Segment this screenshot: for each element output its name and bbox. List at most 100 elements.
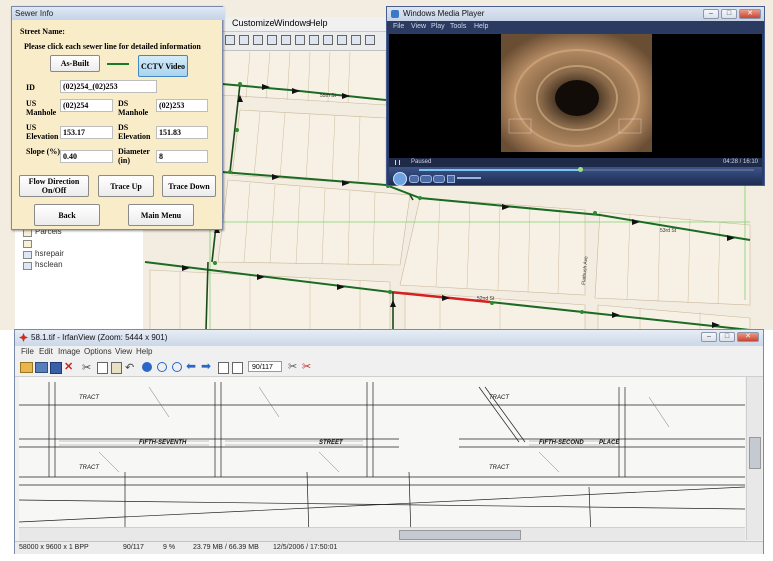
- tool-icon[interactable]: [365, 35, 375, 45]
- maximize-button[interactable]: □: [721, 9, 737, 19]
- close-button[interactable]: ✕: [739, 9, 761, 19]
- slideshow-icon[interactable]: [35, 362, 48, 373]
- horizontal-scrollbar[interactable]: [19, 527, 745, 541]
- paste-icon[interactable]: [111, 362, 122, 374]
- main-menu-button[interactable]: Main Menu: [128, 204, 194, 226]
- trace-down-button[interactable]: Trace Down: [162, 175, 216, 197]
- as-built-button[interactable]: As-Built: [50, 55, 100, 72]
- menu-file[interactable]: File: [393, 21, 404, 33]
- video-display[interactable]: [389, 34, 762, 158]
- seek-thumb[interactable]: [577, 167, 583, 172]
- media-player-icon: [391, 10, 399, 18]
- id-field[interactable]: (02)254_(02)253: [60, 80, 157, 93]
- menu-tools[interactable]: Tools: [450, 21, 466, 33]
- maximize-button[interactable]: □: [719, 332, 735, 342]
- tool-icon[interactable]: [295, 35, 305, 45]
- menu-help[interactable]: Help: [309, 18, 328, 28]
- volume-icon[interactable]: [447, 175, 455, 183]
- pause-indicator-icon: [395, 160, 400, 165]
- scrollbar-thumb[interactable]: [399, 530, 521, 540]
- menu-options[interactable]: Options: [84, 346, 112, 358]
- menu-file[interactable]: File: [21, 346, 34, 358]
- sewer-info-dialog: Sewer Info Street Name: Please click eac…: [11, 6, 225, 230]
- tool-icon[interactable]: [239, 35, 249, 45]
- save-icon[interactable]: [50, 362, 62, 374]
- tool-icon[interactable]: [323, 35, 333, 45]
- tool-icon[interactable]: [267, 35, 277, 45]
- minimize-button[interactable]: –: [703, 9, 719, 19]
- menu-windows[interactable]: Windows: [274, 18, 311, 28]
- layer-item[interactable]: hsclean: [35, 260, 63, 269]
- flow-direction-button[interactable]: Flow Direction On/Off: [19, 175, 89, 197]
- previous-button-icon[interactable]: [420, 175, 432, 183]
- ds-manhole-field[interactable]: (02)253: [156, 99, 208, 112]
- cctv-video-button[interactable]: CCTV Video: [138, 55, 188, 77]
- menu-image[interactable]: Image: [58, 346, 80, 358]
- street-label-1: 55th St: [320, 93, 336, 99]
- parcel-block: [597, 304, 751, 330]
- media-player-menubar: File View Play Tools Help: [387, 21, 764, 33]
- close-button[interactable]: ✕: [737, 332, 759, 342]
- street-name-label: Street Name:: [20, 27, 65, 36]
- zoom-in-icon[interactable]: [157, 362, 167, 372]
- next-arrow-icon[interactable]: ➡: [201, 359, 211, 373]
- slope-field[interactable]: 0.40: [60, 150, 113, 163]
- trace-up-button[interactable]: Trace Up: [98, 175, 154, 197]
- diameter-field[interactable]: 8: [156, 150, 208, 163]
- irfanview-title: 58.1.tif - IrfanView (Zoom: 5444 x 901): [31, 333, 168, 342]
- copy-icon[interactable]: [97, 362, 108, 374]
- seek-bar[interactable]: [419, 167, 754, 172]
- flow-arrow: [390, 300, 396, 307]
- tool-icon[interactable]: [309, 35, 319, 45]
- parcel-block: [594, 211, 751, 306]
- layer-swatch: [23, 251, 32, 259]
- open-folder-icon[interactable]: [20, 362, 33, 373]
- zoom-out-icon[interactable]: [172, 362, 182, 372]
- irfanview-titlebar: 58.1.tif - IrfanView (Zoom: 5444 x 901) …: [15, 330, 763, 346]
- cut-icon[interactable]: ✂: [82, 361, 91, 374]
- menu-play[interactable]: Play: [431, 21, 445, 33]
- tool-icon[interactable]: [337, 35, 347, 45]
- info-icon[interactable]: [142, 362, 152, 372]
- previous-arrow-icon[interactable]: ⬅: [186, 359, 196, 373]
- menu-help[interactable]: Help: [474, 21, 488, 33]
- line-legend: [107, 63, 129, 65]
- slope-label: Slope (%): [26, 147, 60, 156]
- sewer-info-titlebar: Sewer Info: [12, 7, 225, 20]
- tool-icon[interactable]: [281, 35, 291, 45]
- us-manhole-field[interactable]: (02)254: [60, 99, 113, 112]
- stop-button-icon[interactable]: [409, 175, 419, 183]
- play-button-icon[interactable]: [393, 172, 407, 186]
- minimize-button[interactable]: –: [701, 332, 717, 342]
- menu-edit[interactable]: Edit: [39, 346, 53, 358]
- vertical-scrollbar[interactable]: [746, 377, 762, 540]
- dropdown-icon[interactable]: [225, 35, 235, 45]
- playback-status-bar: Paused 04:28 / 16:10: [389, 158, 762, 167]
- gis-menubar: Customize Windows Help: [222, 17, 387, 32]
- tract-label-2: TRACT: [79, 465, 100, 471]
- tool-icon[interactable]: [253, 35, 263, 45]
- scanned-drawing[interactable]: FIFTH-SEVENTH STREET FIFTH-SECOND PLACE …: [19, 377, 745, 540]
- page-icon[interactable]: [232, 362, 243, 374]
- volume-slider[interactable]: [457, 177, 481, 179]
- delete-icon[interactable]: ✕: [64, 360, 73, 373]
- tract-label-4: TRACT: [489, 465, 510, 471]
- ds-elevation-field[interactable]: 151.83: [156, 126, 208, 139]
- page-number-field[interactable]: 90/117: [248, 361, 282, 372]
- undo-icon[interactable]: ↶: [125, 361, 134, 374]
- back-button[interactable]: Back: [34, 204, 100, 226]
- us-elevation-field[interactable]: 153.17: [60, 126, 113, 139]
- tool-icon[interactable]: [351, 35, 361, 45]
- page-icon[interactable]: [218, 362, 229, 374]
- flow-arrow: [182, 265, 190, 271]
- tools-icon[interactable]: ✂: [288, 360, 297, 373]
- menu-customize[interactable]: Customize: [232, 18, 275, 28]
- menu-help[interactable]: Help: [136, 346, 152, 358]
- layer-item[interactable]: hsrepair: [35, 249, 64, 258]
- pipe-video-frame: [501, 34, 652, 152]
- menu-view[interactable]: View: [411, 21, 426, 33]
- next-button-icon[interactable]: [433, 175, 445, 183]
- scrollbar-thumb[interactable]: [749, 437, 761, 469]
- menu-view[interactable]: View: [115, 346, 132, 358]
- exit-icon[interactable]: ✂: [302, 360, 311, 373]
